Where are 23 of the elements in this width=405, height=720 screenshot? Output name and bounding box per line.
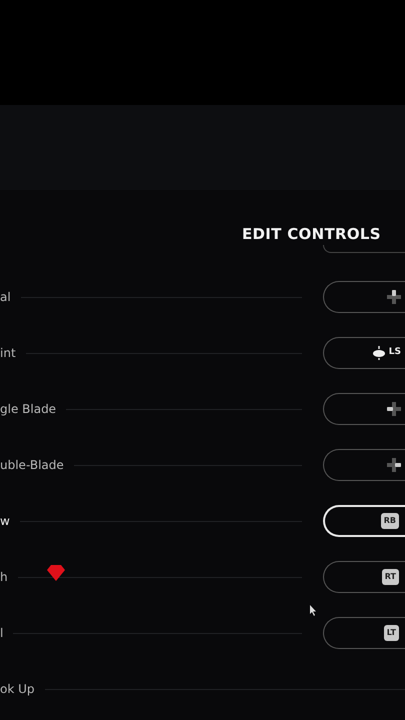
button-glyph: LT [384, 625, 399, 641]
action-label: w [0, 513, 10, 530]
binding-button[interactable] [323, 393, 405, 425]
binding-button[interactable]: RT [323, 561, 405, 593]
action-label: int [0, 345, 16, 362]
action-label: ok Up [0, 681, 35, 698]
binding-button[interactable]: RB [323, 505, 405, 537]
binding-button[interactable] [323, 449, 405, 481]
stick-label: LS [388, 346, 401, 360]
action-label: al [0, 289, 11, 306]
binding-button[interactable]: LT [323, 617, 405, 649]
action-label: h [0, 569, 8, 586]
stick-click-icon [372, 346, 386, 360]
button-glyph: RB [380, 513, 399, 529]
action-label: gle Blade [0, 401, 56, 418]
button-glyph: RT [382, 569, 399, 585]
binding-button[interactable] [323, 281, 405, 313]
action-label: l [0, 625, 4, 642]
screen-title: EDIT CONTROLS [242, 224, 381, 245]
action-label: uble-Blade [0, 457, 64, 474]
binding-button[interactable] [323, 245, 405, 253]
binding-button[interactable]: LS [323, 337, 405, 369]
mouse-cursor-icon [310, 605, 317, 616]
